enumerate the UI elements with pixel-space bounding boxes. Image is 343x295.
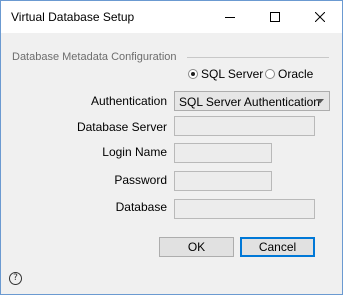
login-name-input[interactable] [174,143,272,163]
window-title: Virtual Database Setup [11,10,135,24]
ok-button[interactable]: OK [159,237,234,257]
database-input[interactable] [174,199,315,219]
radio-oracle-label: Oracle [278,67,314,81]
authentication-label: Authentication [90,94,167,108]
close-button[interactable] [297,1,342,33]
login-name-label: Login Name [102,145,167,159]
database-label: Database [115,200,167,214]
group-divider [187,57,329,58]
authentication-select[interactable]: SQL Server Authentication [174,91,330,111]
chevron-down-icon [316,99,324,104]
password-label: Password [114,173,167,187]
radio-sql-server[interactable]: SQL Server [188,67,263,81]
dialog-window: Virtual Database Setup Database Metadata… [0,0,343,295]
title-bar: Virtual Database Setup [1,1,342,33]
group-label: Database Metadata Configuration [12,51,177,63]
close-icon [314,12,325,22]
password-input[interactable] [174,171,272,191]
radio-sql-server-label: SQL Server [201,67,264,81]
help-icon[interactable]: ? [9,272,22,285]
authentication-value: SQL Server Authentication [179,95,320,109]
radio-oracle[interactable]: Oracle [265,67,313,81]
database-server-input[interactable] [174,116,315,136]
database-server-label: Database Server [76,120,167,134]
radio-button-checked[interactable] [188,69,198,79]
minimize-button[interactable] [207,1,252,33]
maximize-button[interactable] [252,1,297,33]
radio-button-unchecked[interactable] [265,69,275,79]
maximize-icon [269,12,280,22]
cancel-button[interactable]: Cancel [240,237,315,257]
minimize-icon [224,17,235,18]
